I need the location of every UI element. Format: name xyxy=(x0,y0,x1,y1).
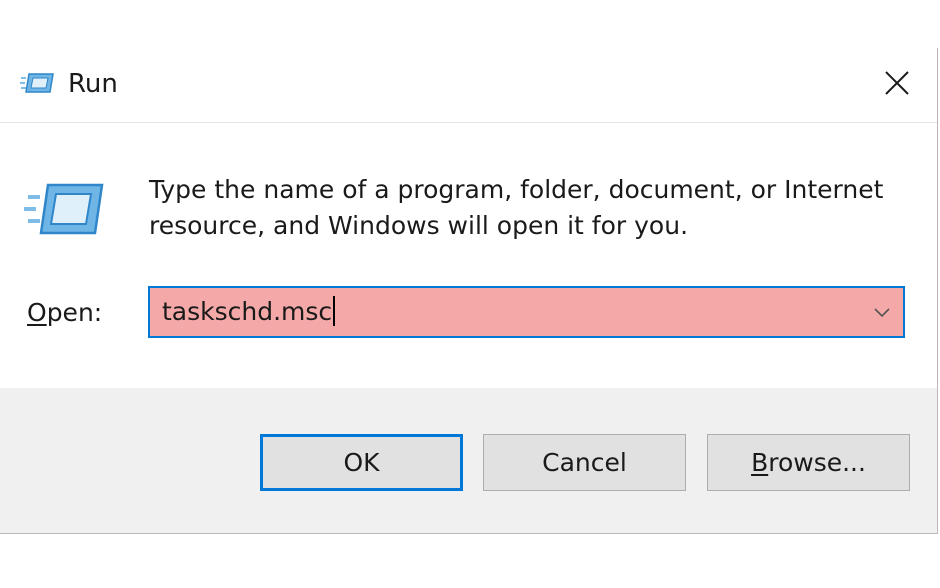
description-text: Type the name of a program, folder, docu… xyxy=(149,175,884,240)
ok-button[interactable]: OK xyxy=(260,434,463,491)
run-icon xyxy=(20,72,54,94)
open-combobox[interactable]: taskschd.msc xyxy=(148,286,905,338)
screen: Run Type the name of a program, folder, … xyxy=(0,0,940,588)
open-input-value: taskschd.msc xyxy=(162,297,333,326)
browse-mnemonic: B xyxy=(751,448,769,477)
open-label-text: pen: xyxy=(46,298,103,327)
browse-button-label: Browse... xyxy=(751,448,866,477)
text-cursor xyxy=(333,296,336,326)
open-label: Open: xyxy=(27,297,102,329)
open-input[interactable]: taskschd.msc xyxy=(162,296,336,328)
close-button[interactable] xyxy=(857,48,937,122)
run-dialog: Run Type the name of a program, folder, … xyxy=(0,48,938,534)
browse-label-text: rowse... xyxy=(768,448,866,477)
ok-button-label: OK xyxy=(343,448,380,477)
cancel-button-label: Cancel xyxy=(542,448,627,477)
open-label-mnemonic: O xyxy=(27,298,47,327)
cancel-button[interactable]: Cancel xyxy=(483,434,686,491)
close-icon xyxy=(884,70,910,100)
run-icon xyxy=(24,181,104,237)
browse-button[interactable]: Browse... xyxy=(707,434,910,491)
dropdown-button[interactable] xyxy=(867,296,897,328)
title-bar[interactable]: Run xyxy=(0,48,937,122)
window-title: Run xyxy=(68,69,118,99)
content-panel: Type the name of a program, folder, docu… xyxy=(0,122,937,388)
chevron-down-icon xyxy=(873,303,891,322)
